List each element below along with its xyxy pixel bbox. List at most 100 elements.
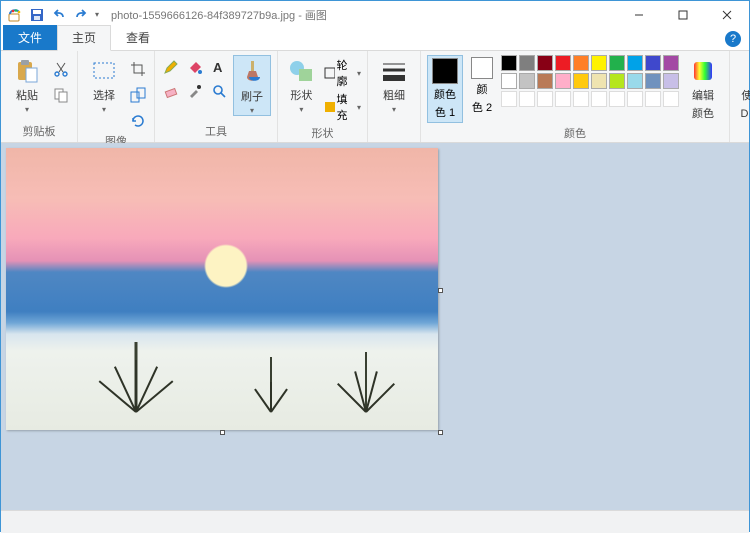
paste-button[interactable]: 粘贴 ▾ — [7, 55, 47, 114]
color-swatch[interactable] — [555, 73, 571, 89]
color2-button[interactable]: 颜 色 2 — [467, 55, 497, 117]
paint3d-button[interactable]: 使用画图 3 D 进行编辑 — [736, 55, 750, 121]
color1-swatch — [432, 58, 458, 84]
shapes-label: 形状 — [290, 87, 312, 103]
group-shapes: 形状 ▾ 轮廓▾ 填充▾ 形状 — [278, 51, 368, 142]
group-shapes-label: 形状 — [284, 123, 361, 144]
color1-button[interactable]: 颜色 色 1 — [427, 55, 463, 123]
color-swatch-empty[interactable] — [555, 91, 571, 107]
color-swatch[interactable] — [663, 55, 679, 71]
ribbon-tabs: 文件 主页 查看 ? — [1, 28, 749, 51]
thickness-icon — [380, 57, 408, 85]
select-button[interactable]: 选择 ▾ — [84, 55, 124, 114]
resize-handle-s[interactable] — [220, 430, 225, 435]
canvas-workspace[interactable] — [1, 143, 749, 510]
color-swatch[interactable] — [609, 55, 625, 71]
status-bar — [1, 510, 749, 533]
svg-text:A: A — [213, 60, 223, 75]
color-swatch[interactable] — [519, 73, 535, 89]
tab-file[interactable]: 文件 — [3, 25, 57, 50]
tools-grid: A — [161, 55, 229, 101]
resize-handle-e[interactable] — [438, 288, 443, 293]
magnifier-icon[interactable] — [209, 81, 229, 101]
help-icon[interactable]: ? — [725, 31, 741, 47]
ribbon: 粘贴 ▾ 剪贴板 选择 ▾ 图像 — [1, 51, 749, 143]
chevron-down-icon: ▾ — [250, 106, 254, 115]
shapes-icon — [287, 57, 315, 85]
select-label: 选择 — [93, 87, 115, 103]
plant — [351, 312, 381, 412]
color2-swatch — [471, 57, 493, 79]
color-swatch[interactable] — [591, 73, 607, 89]
text-icon[interactable]: A — [209, 57, 229, 77]
brushes-button[interactable]: 刷子 ▾ — [233, 55, 271, 116]
chevron-down-icon: ▾ — [392, 105, 396, 114]
color-swatch[interactable] — [573, 73, 589, 89]
resize-icon[interactable] — [128, 85, 148, 105]
window-controls — [617, 1, 749, 28]
rotate-icon[interactable] — [128, 111, 148, 131]
color-swatch[interactable] — [537, 55, 553, 71]
color-swatch[interactable] — [645, 55, 661, 71]
color-swatch[interactable] — [609, 73, 625, 89]
fill-icon[interactable] — [185, 57, 205, 77]
redo-icon[interactable] — [73, 7, 89, 23]
color-swatch[interactable] — [519, 55, 535, 71]
edit-colors-button[interactable]: 编辑 颜色 — [683, 55, 723, 121]
chevron-down-icon: ▾ — [25, 105, 29, 114]
shape-outline-button[interactable]: 轮廓▾ — [323, 57, 361, 89]
color-swatch[interactable] — [501, 73, 517, 89]
group-colors: 颜色 色 1 颜 色 2 编辑 颜色 颜色 — [421, 51, 730, 142]
color-swatch-empty[interactable] — [591, 91, 607, 107]
undo-icon[interactable] — [51, 7, 67, 23]
color-swatch[interactable] — [663, 73, 679, 89]
color-swatch-empty[interactable] — [501, 91, 517, 107]
chevron-down-icon: ▾ — [102, 105, 106, 114]
maximize-button[interactable] — [661, 1, 705, 28]
shape-fill-button[interactable]: 填充▾ — [323, 91, 361, 123]
copy-icon[interactable] — [51, 85, 71, 105]
close-button[interactable] — [705, 1, 749, 28]
group-tools-label: 工具 — [161, 121, 271, 142]
tab-view[interactable]: 查看 — [111, 25, 165, 50]
color-swatch-empty[interactable] — [645, 91, 661, 107]
color-swatch-empty[interactable] — [663, 91, 679, 107]
cut-icon[interactable] — [51, 59, 71, 79]
brushes-label: 刷子 — [241, 88, 263, 104]
color-swatch[interactable] — [591, 55, 607, 71]
window-title: photo-1559666126-84f389727b9a.jpg - 画图 — [105, 7, 617, 23]
color-swatch[interactable] — [627, 73, 643, 89]
eraser-icon[interactable] — [161, 81, 181, 101]
group-image: 选择 ▾ 图像 — [78, 51, 155, 142]
resize-handle-se[interactable] — [438, 430, 443, 435]
group-tools: A 刷子 ▾ 工具 — [155, 51, 278, 142]
crop-icon[interactable] — [128, 59, 148, 79]
group-size: 粗细 ▾ — [368, 51, 421, 142]
plant — [116, 302, 156, 412]
plant — [261, 332, 281, 412]
color-swatch-empty[interactable] — [609, 91, 625, 107]
color-swatch-empty[interactable] — [573, 91, 589, 107]
edit-colors-icon — [689, 57, 717, 85]
color-picker-icon[interactable] — [185, 81, 205, 101]
save-icon[interactable] — [29, 7, 45, 23]
minimize-button[interactable] — [617, 1, 661, 28]
color-swatch[interactable] — [501, 55, 517, 71]
chevron-down-icon: ▾ — [299, 105, 303, 114]
color-swatch[interactable] — [537, 73, 553, 89]
color-swatch-empty[interactable] — [537, 91, 553, 107]
color-swatch-empty[interactable] — [519, 91, 535, 107]
color-swatch-empty[interactable] — [627, 91, 643, 107]
tab-home[interactable]: 主页 — [57, 25, 111, 51]
thickness-button[interactable]: 粗细 ▾ — [374, 55, 414, 114]
color-swatch[interactable] — [573, 55, 589, 71]
color-swatch[interactable] — [555, 55, 571, 71]
thickness-label: 粗细 — [383, 87, 405, 103]
qat-customize-dropdown[interactable]: ▾ — [95, 10, 99, 19]
color-swatch[interactable] — [627, 55, 643, 71]
pencil-icon[interactable] — [161, 57, 181, 77]
group-colors-label: 颜色 — [427, 123, 723, 144]
canvas[interactable] — [6, 148, 438, 430]
shapes-button[interactable]: 形状 ▾ — [284, 55, 319, 114]
color-swatch[interactable] — [645, 73, 661, 89]
